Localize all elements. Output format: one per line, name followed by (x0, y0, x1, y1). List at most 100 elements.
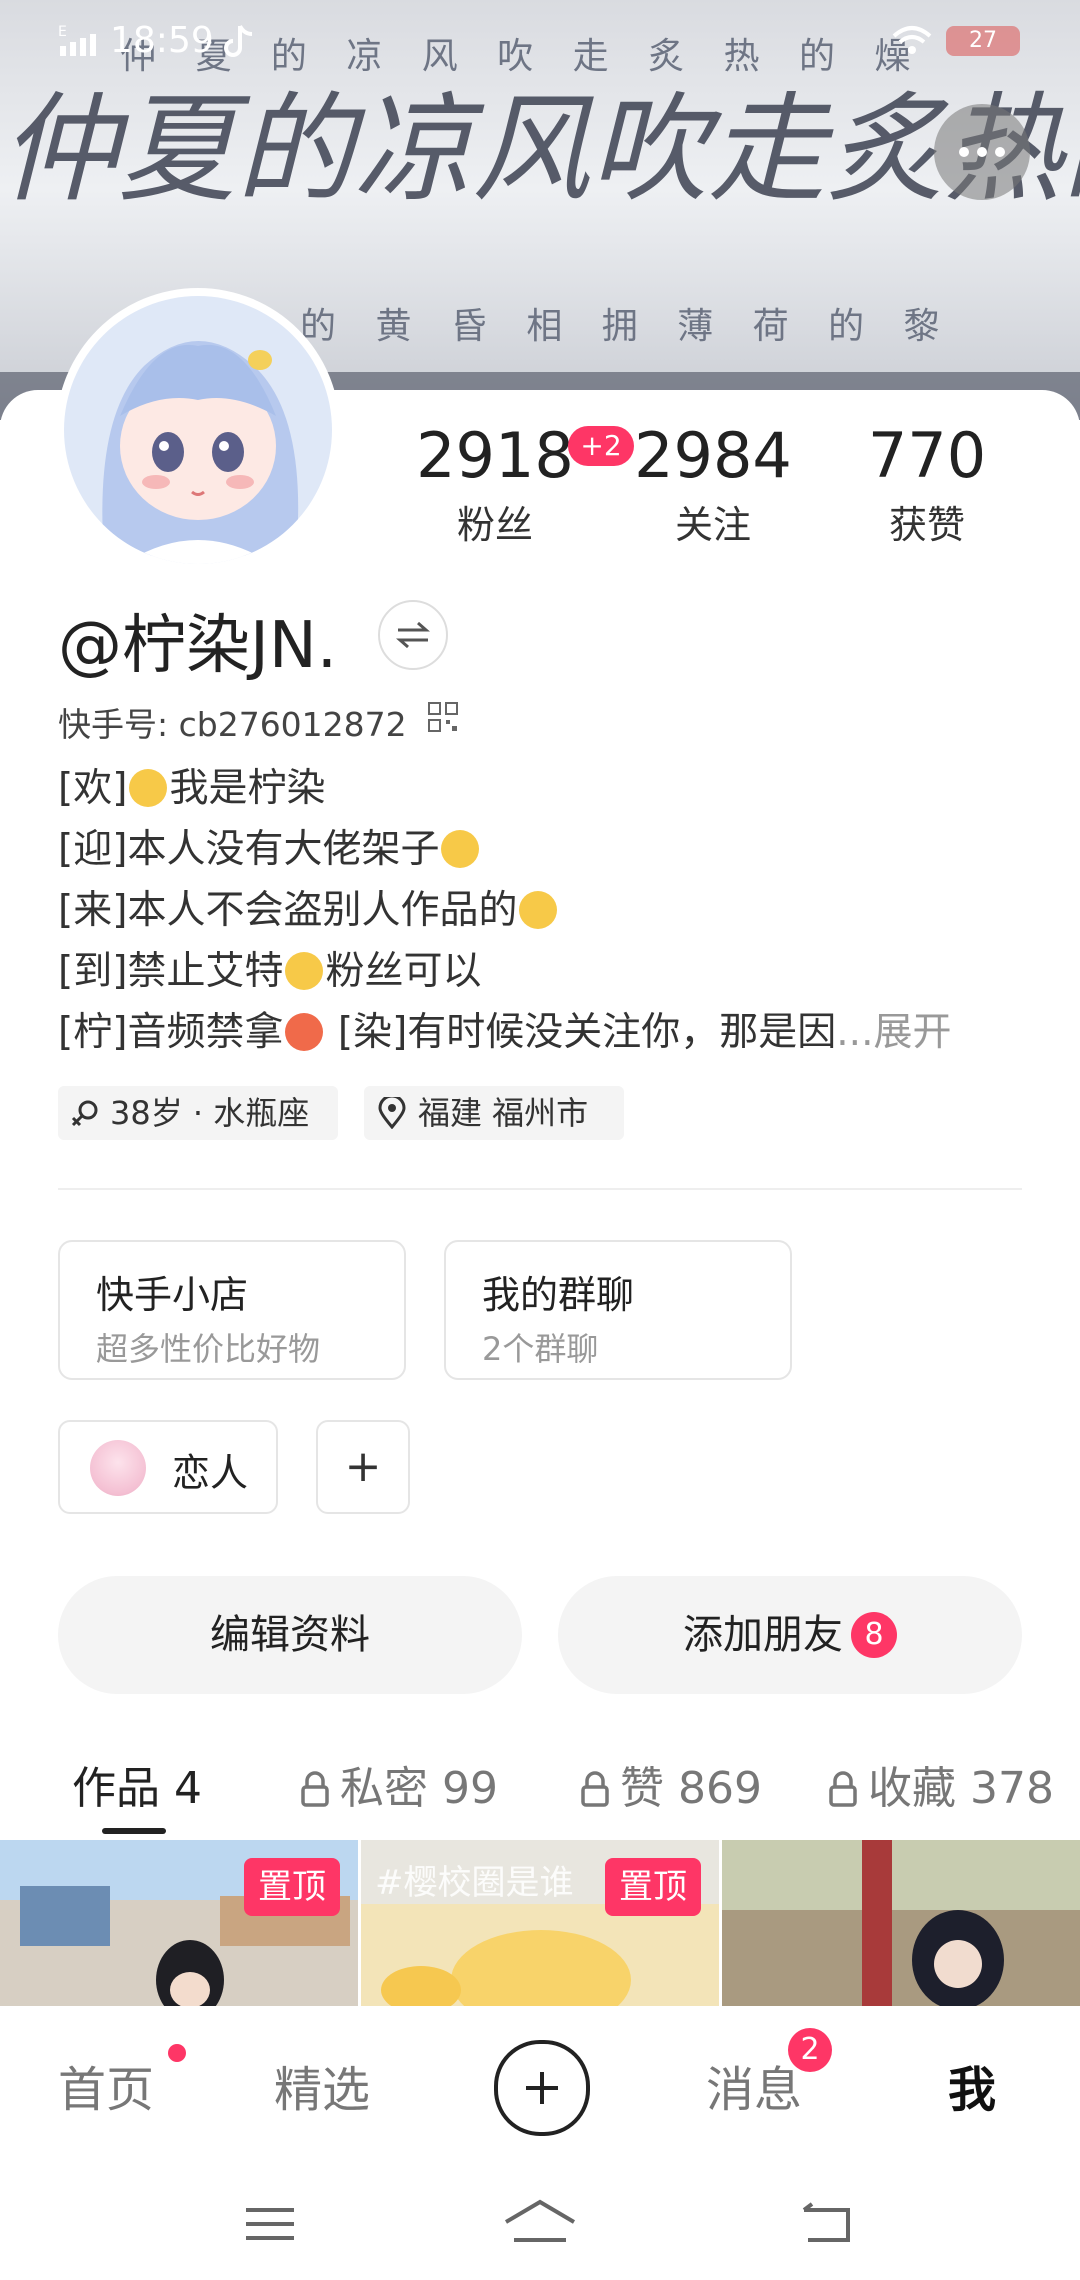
relation-label: 恋人 (172, 1451, 249, 1495)
banner-calligraphy: 仲夏的凉风吹走炙热的 (0, 80, 1080, 218)
following-label: 关注 (674, 503, 751, 547)
tab-liked[interactable]: 赞 869 (580, 1752, 762, 1816)
battery-icon: 27 (946, 26, 1020, 56)
nav-home-label: 首页 (58, 2062, 155, 2118)
followers-label: 粉丝 (456, 503, 533, 547)
messages-badge: 2 (788, 2028, 832, 2072)
carrier-label: E (58, 24, 67, 40)
relation-chip[interactable]: 恋人 (58, 1420, 278, 1514)
bio-prefix: [到] (58, 949, 128, 994)
entry-subtitle: 超多性价比好物 (96, 1330, 321, 1368)
nav-featured[interactable]: 精选 (274, 2050, 370, 2120)
entry-subtitle: 2个群聊 (482, 1330, 599, 1368)
tab-favorites[interactable]: 收藏 378 (828, 1752, 1080, 1816)
thumbnail-caption: #樱校圈是谁 (375, 1863, 574, 1903)
bottom-nav: 首页 精选 消息 2 我 (0, 2006, 1080, 2166)
location-tag[interactable]: 福建 福州市 (364, 1086, 624, 1140)
lock-icon (581, 1771, 609, 1807)
bio-prefix: [迎] (58, 827, 128, 872)
tab-active-indicator (102, 1828, 166, 1834)
tab-private[interactable]: 私密 99 (300, 1752, 498, 1816)
add-friend-button[interactable]: 添加朋友 8 (558, 1576, 1022, 1694)
create-button[interactable] (494, 2040, 590, 2136)
video-thumbnail-1[interactable]: 置顶 (0, 1840, 358, 2006)
nav-me-label: 我 (948, 2062, 997, 2118)
bio-text: [染]有时候没关注你，那是因 (325, 1010, 837, 1055)
followers-count: 2918 (416, 419, 574, 492)
divider (58, 1188, 1022, 1190)
tiktok-icon (224, 25, 253, 57)
home-icon[interactable] (500, 2196, 580, 2252)
add-relation-button[interactable]: + (316, 1420, 410, 1514)
bio-line-1: [欢] 我是柠染 (58, 758, 1038, 819)
bio-text: 本人没有大佬架子 (127, 827, 440, 872)
more-icon (959, 147, 969, 157)
edit-profile-label: 编辑资料 (210, 1612, 370, 1658)
profile-stats: 2918 粉丝 2984 关注 770 获赞 (0, 420, 1080, 550)
bio[interactable]: [欢] 我是柠染 [迎]本人没有大佬架子 [来]本人不会盗别人作品的 [到]禁止艾… (58, 758, 1038, 1063)
hug-emoji-icon (519, 891, 558, 929)
video-thumbnail-image (722, 1840, 1080, 2006)
new-followers-badge: +2 (568, 426, 634, 466)
group-chat-entry[interactable]: 我的群聊 2个群聊 (444, 1240, 792, 1380)
following-count: 2984 (634, 419, 792, 492)
grin-emoji-icon (285, 952, 324, 990)
likes-label: 获赞 (888, 503, 965, 547)
tab-works[interactable]: 作品 4 (72, 1752, 202, 1816)
bio-line-3: [来]本人不会盗别人作品的 (58, 880, 1038, 941)
status-bar: E 18:59 27 (0, 0, 1080, 84)
home-notification-dot (168, 2044, 186, 2062)
bio-text: 我是柠染 (169, 766, 326, 811)
entry-title: 我的群聊 (482, 1273, 635, 1317)
bio-text: 本人不会盗别人作品的 (127, 888, 518, 933)
bio-text: 粉丝可以 (325, 949, 482, 994)
tab-works-label: 作品 4 (72, 1763, 202, 1814)
lock-icon (301, 1771, 329, 1807)
nav-messages-label: 消息 (706, 2062, 803, 2118)
switch-account-icon (396, 621, 430, 649)
add-friend-label: 添加朋友 (683, 1612, 843, 1658)
bio-ellipsis: ... (836, 1010, 874, 1055)
video-thumbnail-3[interactable] (722, 1840, 1080, 2006)
bio-text: 音频禁拿 (127, 1010, 284, 1055)
nav-me[interactable]: 我 (948, 2050, 996, 2120)
bio-prefix: [欢] (58, 766, 128, 811)
nav-home[interactable]: 首页 (58, 2050, 154, 2120)
angry-emoji-icon (285, 1013, 324, 1051)
plus-icon (526, 2072, 558, 2104)
gender-icon (71, 1100, 98, 1127)
age-tag[interactable]: 38岁 · 水瓶座 (58, 1086, 338, 1140)
bio-line-4: [到]禁止艾特 粉丝可以 (58, 941, 1038, 1002)
lock-icon (829, 1771, 857, 1807)
bio-line-5: [柠]音频禁拿 [染]有时候没关注你，那是因...展开 (58, 1002, 1038, 1063)
stat-followers[interactable]: 2918 粉丝 (410, 420, 580, 549)
pinned-badge: 置顶 (605, 1858, 701, 1916)
username: @柠染JN. (58, 609, 338, 683)
qr-code-icon[interactable] (428, 702, 458, 732)
add-friend-badge: 8 (851, 1612, 897, 1658)
wifi-icon (892, 26, 932, 54)
switch-account-button[interactable] (378, 600, 448, 670)
menu-icon[interactable] (240, 2200, 300, 2250)
kuaishou-shop-entry[interactable]: 快手小店 超多性价比好物 (58, 1240, 406, 1380)
tab-favorites-label: 收藏 378 (868, 1763, 1054, 1814)
status-time: 18:59 (110, 20, 214, 61)
location-icon (378, 1097, 406, 1129)
edit-profile-button[interactable]: 编辑资料 (58, 1576, 522, 1694)
more-button[interactable] (934, 104, 1030, 200)
tab-private-label: 私密 99 (340, 1763, 498, 1814)
kiss-emoji-icon (129, 769, 168, 807)
stat-likes[interactable]: 770 获赞 (842, 420, 1012, 549)
age-tag-label: 38岁 · 水瓶座 (110, 1094, 310, 1132)
back-icon[interactable] (794, 2200, 854, 2250)
video-thumbnail-2[interactable]: #樱校圈是谁 置顶 (361, 1840, 719, 2006)
kuaishou-id[interactable]: 快手号: cb276012872 (58, 698, 407, 746)
thinking-emoji-icon (441, 830, 480, 868)
system-navigation-bar (0, 2166, 1080, 2280)
stat-following[interactable]: 2984 关注 (628, 420, 798, 549)
tab-liked-label: 赞 869 (620, 1763, 762, 1814)
nav-messages[interactable]: 消息 (706, 2050, 802, 2120)
bio-expand-link[interactable]: 展开 (873, 1010, 951, 1055)
nav-featured-label: 精选 (274, 2062, 371, 2118)
bio-text: 禁止艾特 (127, 949, 284, 994)
